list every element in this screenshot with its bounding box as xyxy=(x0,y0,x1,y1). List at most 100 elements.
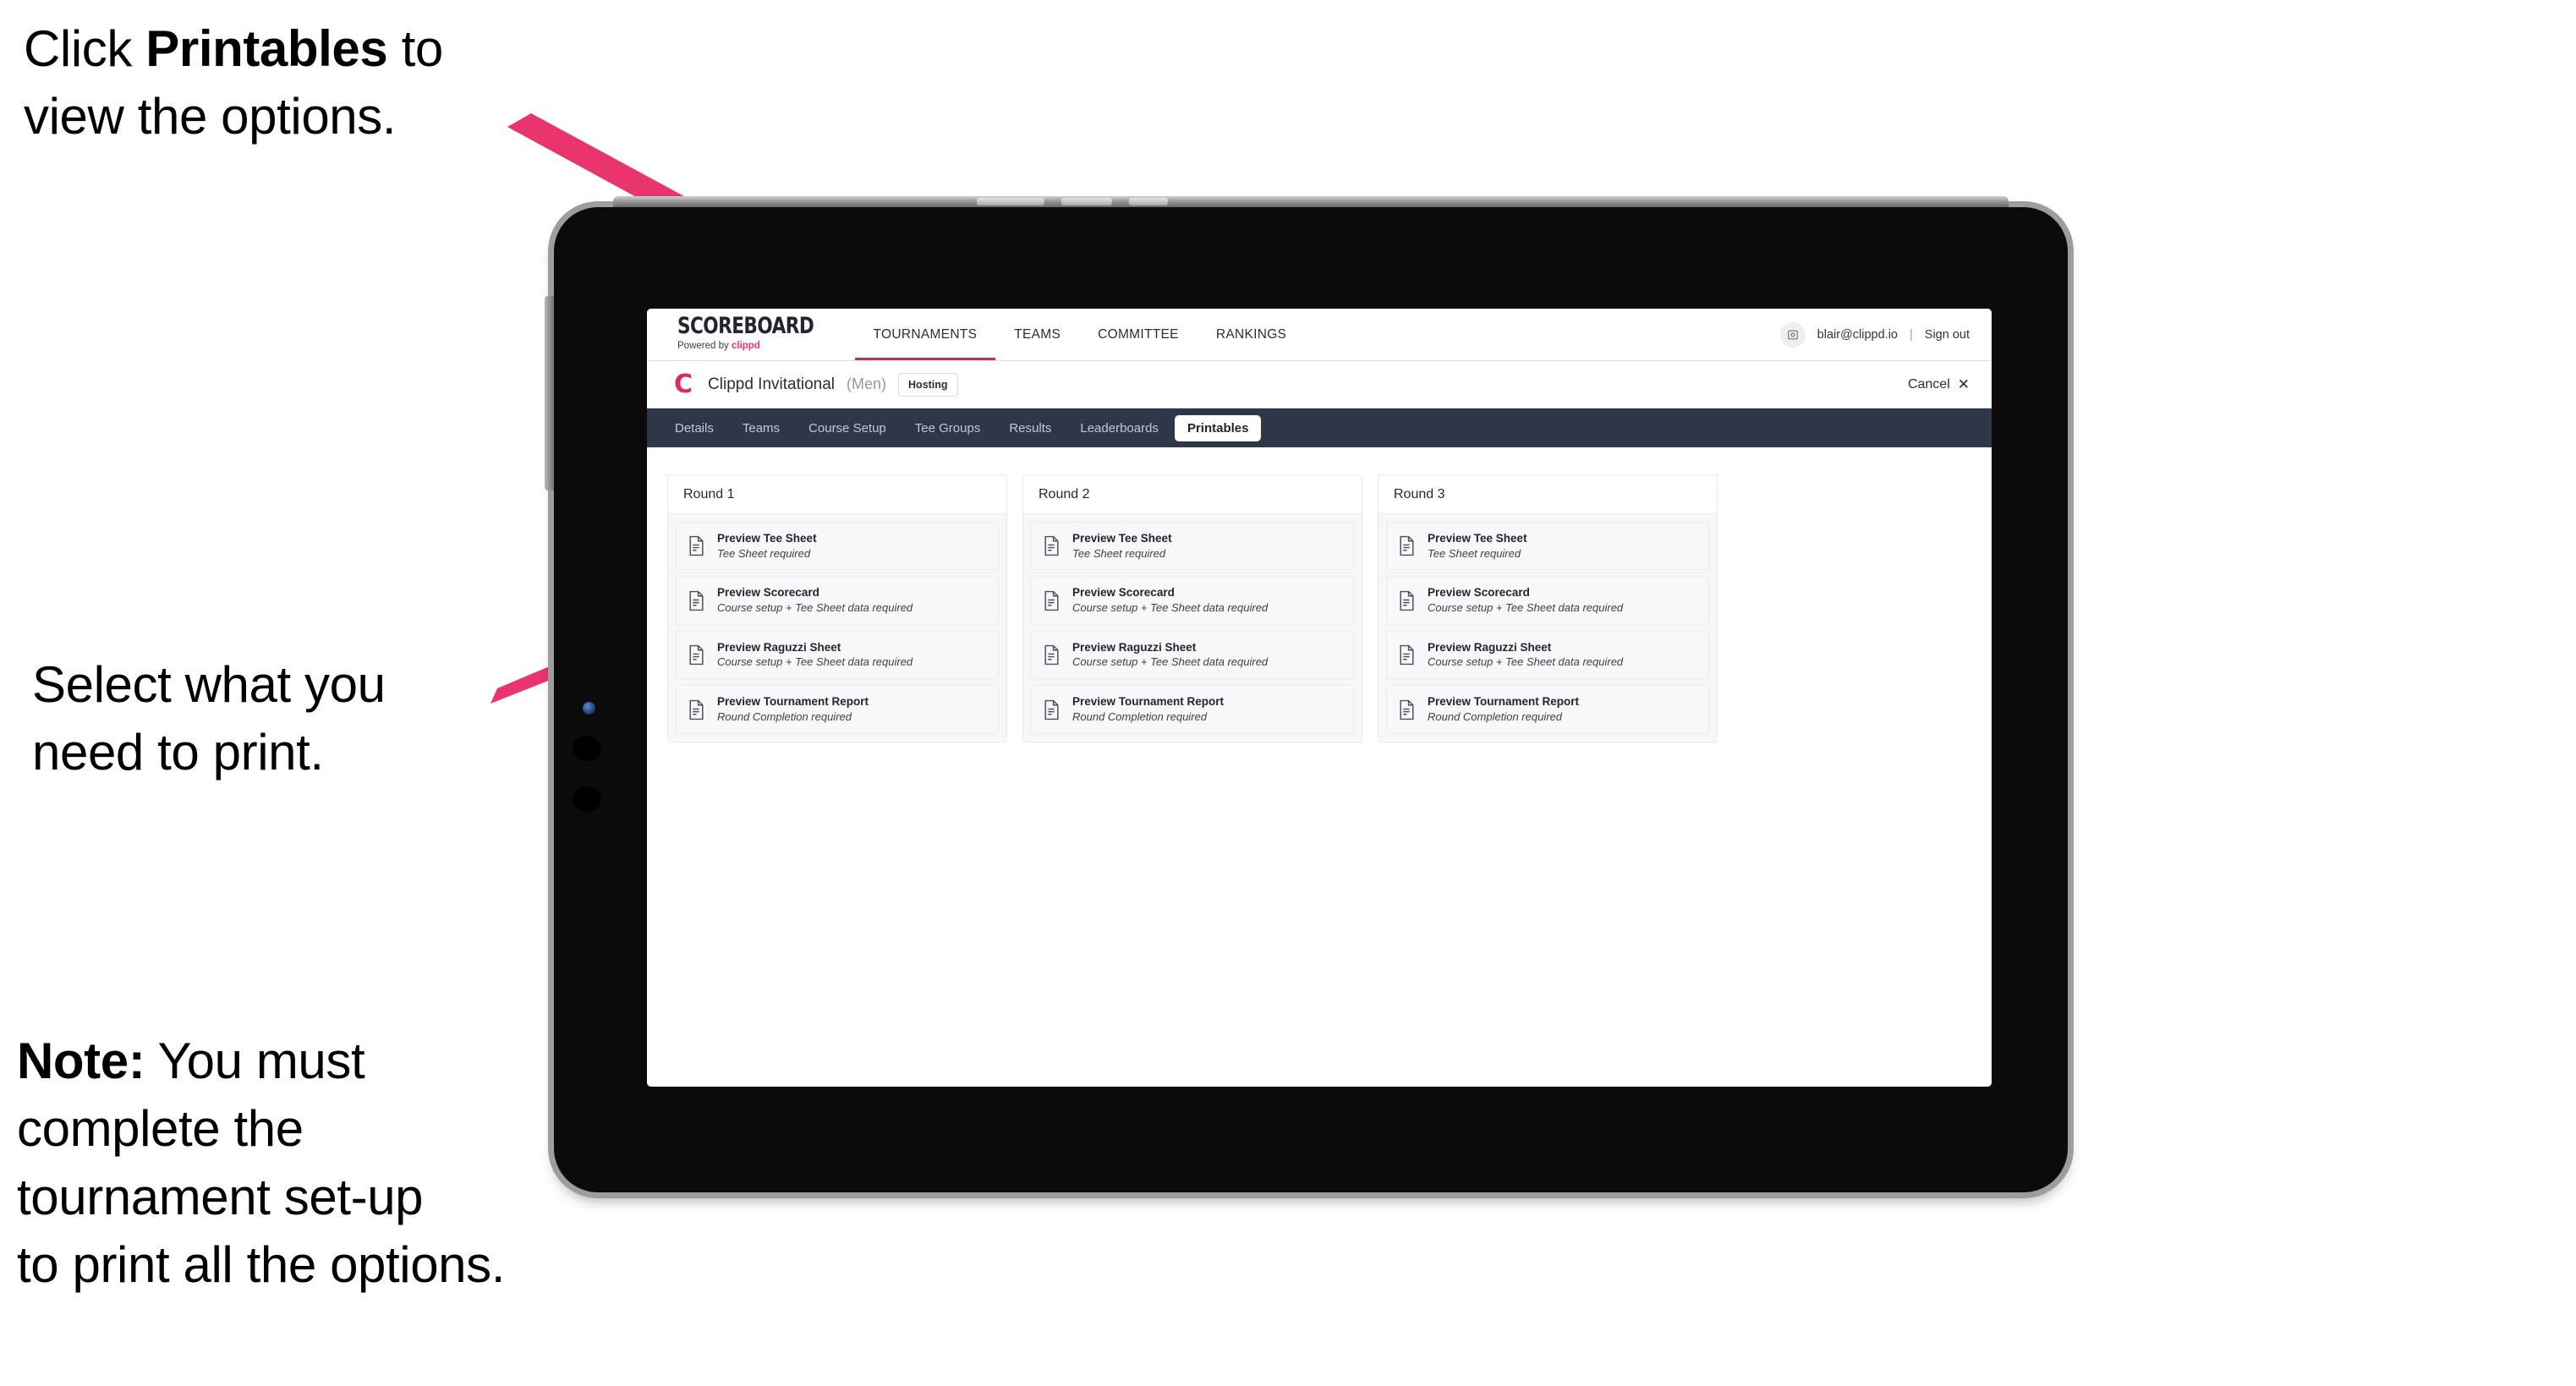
tab-teams[interactable]: Teams xyxy=(730,415,792,441)
clippd-logo-icon: C xyxy=(674,369,693,399)
printable-item-text: Preview Scorecard Course setup + Tee She… xyxy=(1428,586,1623,614)
sign-out-button[interactable]: Sign out xyxy=(1925,328,1970,342)
printable-item-title: Preview Tournament Report xyxy=(1428,695,1580,709)
printable-item-text: Preview Tee Sheet Tee Sheet required xyxy=(1428,532,1527,560)
printable-item-tournament-report[interactable]: Preview Tournament Report Round Completi… xyxy=(1031,685,1354,734)
document-icon xyxy=(689,699,704,720)
annotation-select-line2: need to print. xyxy=(32,724,324,781)
main-nav-item-committee[interactable]: COMMITTEE xyxy=(1079,309,1198,360)
annotation-click-line1-post: to xyxy=(387,20,444,77)
tablet-volume-up-button[interactable] xyxy=(1061,198,1112,205)
annotation-note-line3: tournament set-up xyxy=(17,1168,424,1225)
cancel-button-label: Cancel xyxy=(1907,376,1950,392)
document-icon xyxy=(1400,536,1414,556)
tablet-top-edge xyxy=(613,196,2009,207)
tournament-bar: C Clippd Invitational (Men) Hosting Canc… xyxy=(647,361,1992,408)
round-title: Round 1 xyxy=(668,475,1006,514)
round-title: Round 3 xyxy=(1378,475,1717,514)
annotation-select-print: Select what you need to print. xyxy=(32,651,573,787)
printable-item-tee-sheet[interactable]: Preview Tee Sheet Tee Sheet required xyxy=(676,522,999,571)
main-nav-item-rankings[interactable]: RANKINGS xyxy=(1198,309,1305,360)
printable-item-raguzzi-sheet[interactable]: Preview Raguzzi Sheet Course setup + Tee… xyxy=(1031,630,1354,680)
document-icon xyxy=(1044,590,1059,611)
printable-item-text: Preview Raguzzi Sheet Course setup + Tee… xyxy=(1428,641,1623,669)
tab-results[interactable]: Results xyxy=(996,415,1064,441)
printables-content: Round 1 Preview Tee Sheet Tee Sheet requ… xyxy=(647,447,1992,1087)
tablet-device: SCOREBOARD Powered by clippd TOURNAMENTS… xyxy=(545,196,2068,1192)
printable-item-title: Preview Tee Sheet xyxy=(1428,532,1527,545)
tab-details[interactable]: Details xyxy=(662,415,726,441)
main-navigation: TOURNAMENTS TEAMS COMMITTEE RANKINGS xyxy=(854,309,1306,360)
printable-item-title: Preview Tournament Report xyxy=(717,695,869,709)
cancel-button[interactable]: Cancel ✕ xyxy=(1908,377,1970,392)
annotation-note-line1: You must xyxy=(145,1033,365,1089)
round-column-2: Round 2 Preview Tee Sheet Tee Sheet requ… xyxy=(1022,474,1362,742)
printable-item-title: Preview Tee Sheet xyxy=(717,532,817,545)
printable-item-scorecard[interactable]: Preview Scorecard Course setup + Tee She… xyxy=(1386,576,1709,625)
tab-printables[interactable]: Printables xyxy=(1174,414,1262,441)
printable-item-text: Preview Tee Sheet Tee Sheet required xyxy=(1072,532,1172,560)
main-nav-item-tournaments[interactable]: TOURNAMENTS xyxy=(854,309,996,360)
annotation-click-line1-pre: Click xyxy=(24,20,146,77)
document-icon xyxy=(689,536,704,556)
document-icon xyxy=(1044,699,1059,720)
printable-item-scorecard[interactable]: Preview Scorecard Course setup + Tee She… xyxy=(1031,576,1354,625)
printable-item-requirement: Tee Sheet required xyxy=(1072,546,1166,560)
document-icon xyxy=(1044,536,1059,556)
printable-item-requirement: Tee Sheet required xyxy=(717,546,811,560)
printable-item-tournament-report[interactable]: Preview Tournament Report Round Completi… xyxy=(676,685,999,734)
brand-sub-prefix: Powered by xyxy=(677,341,732,352)
user-email: blair@clippd.io xyxy=(1817,327,1898,342)
document-icon xyxy=(1400,644,1414,666)
header-separator: | xyxy=(1910,327,1913,342)
round-items-list: Preview Tee Sheet Tee Sheet required Pre… xyxy=(668,514,1006,742)
brand-subtitle: Powered by clippd xyxy=(677,342,823,352)
tablet-side-button[interactable] xyxy=(545,296,554,490)
printable-item-scorecard[interactable]: Preview Scorecard Course setup + Tee She… xyxy=(676,576,999,625)
printable-item-requirement: Round Completion required xyxy=(1072,709,1207,723)
printable-item-text: Preview Tournament Report Round Completi… xyxy=(717,695,869,723)
tab-leaderboards[interactable]: Leaderboards xyxy=(1067,415,1171,441)
printable-item-requirement: Tee Sheet required xyxy=(1428,546,1521,560)
tablet-power-button[interactable] xyxy=(977,198,1044,205)
tab-tee-groups[interactable]: Tee Groups xyxy=(902,415,994,441)
annotation-click-line1-bold: Printables xyxy=(145,20,388,77)
tablet-led-indicator-icon xyxy=(583,702,595,715)
printable-item-title: Preview Raguzzi Sheet xyxy=(1072,640,1197,654)
main-nav-item-teams[interactable]: TEAMS xyxy=(995,309,1079,360)
tab-course-setup[interactable]: Course Setup xyxy=(796,415,899,441)
printable-item-text: Preview Raguzzi Sheet Course setup + Tee… xyxy=(1072,641,1268,669)
printable-item-raguzzi-sheet[interactable]: Preview Raguzzi Sheet Course setup + Tee… xyxy=(1386,630,1709,680)
document-icon xyxy=(689,644,704,666)
printable-item-requirement: Course setup + Tee Sheet data required xyxy=(717,600,913,614)
avatar[interactable] xyxy=(1779,321,1806,348)
printable-item-requirement: Course setup + Tee Sheet data required xyxy=(1428,655,1624,669)
round-column-1: Round 1 Preview Tee Sheet Tee Sheet requ… xyxy=(667,474,1007,742)
printable-item-requirement: Round Completion required xyxy=(717,709,852,723)
printable-item-text: Preview Scorecard Course setup + Tee She… xyxy=(1072,586,1268,614)
printable-item-tee-sheet[interactable]: Preview Tee Sheet Tee Sheet required xyxy=(1386,522,1709,571)
tournament-gender: (Men) xyxy=(847,375,887,392)
printable-item-raguzzi-sheet[interactable]: Preview Raguzzi Sheet Course setup + Tee… xyxy=(676,630,999,680)
document-icon xyxy=(689,590,704,611)
tablet-volume-down-button[interactable] xyxy=(1129,198,1168,205)
header-user-area: blair@clippd.io | Sign out xyxy=(1779,309,1992,360)
annotation-select-line1: Select what you xyxy=(32,656,386,713)
printable-item-tournament-report[interactable]: Preview Tournament Report Round Completi… xyxy=(1386,685,1709,734)
printable-item-requirement: Course setup + Tee Sheet data required xyxy=(717,655,913,669)
document-icon xyxy=(1400,590,1414,611)
brand-sub-clippd: clippd xyxy=(731,341,760,352)
brand-logo[interactable]: SCOREBOARD Powered by clippd xyxy=(677,309,855,360)
printable-item-title: Preview Raguzzi Sheet xyxy=(717,640,841,654)
printable-item-text: Preview Tournament Report Round Completi… xyxy=(1072,695,1224,723)
tournament-name: Clippd Invitational xyxy=(708,375,836,393)
section-tab-bar: Details Teams Course Setup Tee Groups Re… xyxy=(647,408,1992,447)
printable-item-text: Preview Scorecard Course setup + Tee She… xyxy=(717,586,913,614)
printable-item-requirement: Course setup + Tee Sheet data required xyxy=(1072,655,1269,669)
printable-item-title: Preview Raguzzi Sheet xyxy=(1428,640,1552,654)
printable-item-tee-sheet[interactable]: Preview Tee Sheet Tee Sheet required xyxy=(1031,522,1354,571)
close-icon: ✕ xyxy=(1957,376,1970,392)
printable-item-requirement: Course setup + Tee Sheet data required xyxy=(1428,600,1624,614)
printable-item-title: Preview Scorecard xyxy=(1428,586,1530,600)
printable-item-title: Preview Scorecard xyxy=(1072,586,1175,600)
